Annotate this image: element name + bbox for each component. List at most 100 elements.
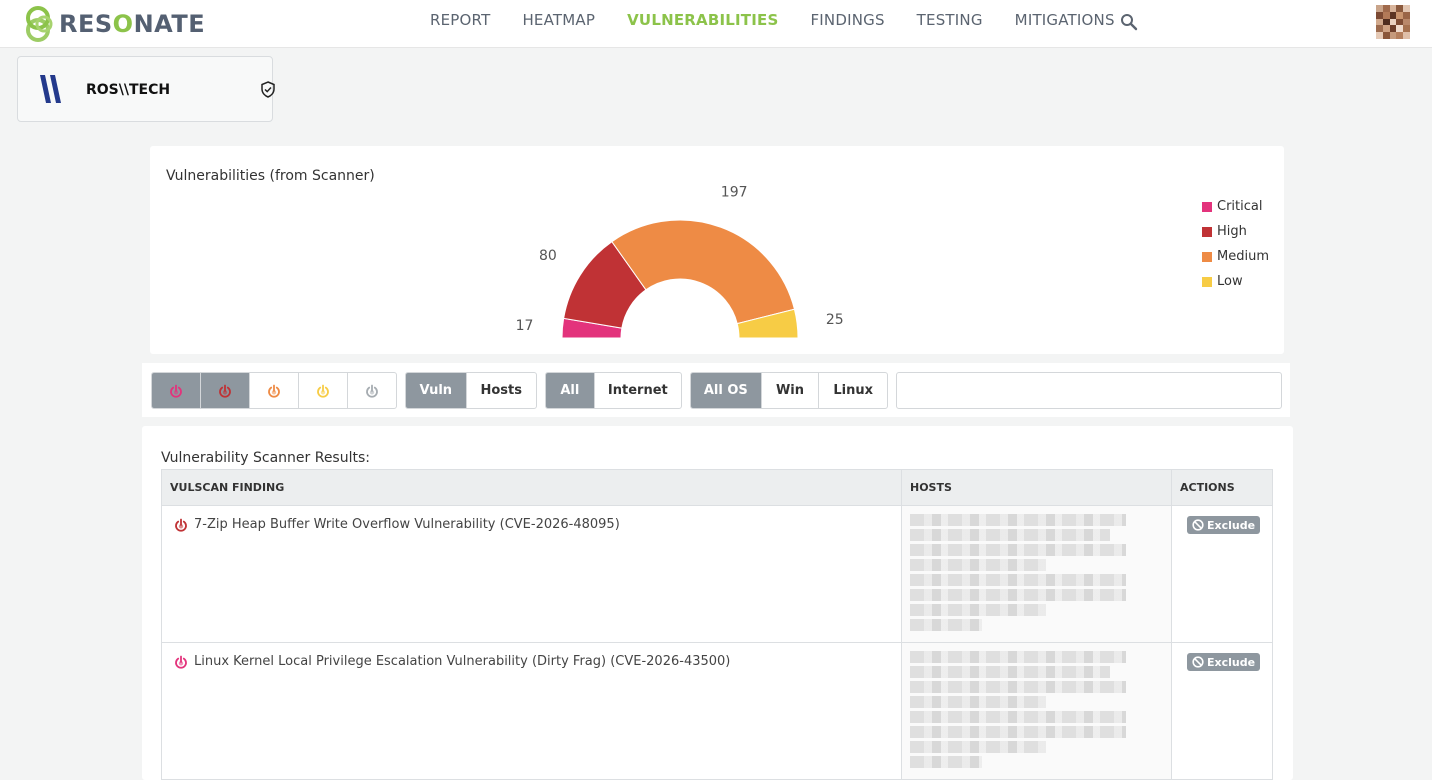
shield-check-icon	[261, 81, 275, 98]
legend-swatch	[1202, 201, 1212, 212]
exclude-label: Exclude	[1207, 518, 1256, 532]
vulnerabilities-chart-card: Vulnerabilities (from Scanner) 17 80 197 25…	[150, 146, 1284, 354]
legend-label: High	[1217, 224, 1247, 239]
nav-mitigations[interactable]: MITIGATIONS	[1015, 11, 1115, 29]
exclude-button[interactable]: Exclude	[1187, 653, 1261, 671]
table-row: 7-Zip Heap Buffer Write Overflow Vulnera…	[162, 506, 1272, 643]
redacted-host-line	[910, 589, 1126, 601]
redacted-host-line	[910, 756, 982, 768]
results-table: VULSCAN FINDING HOSTS ACTIONS 7-Zip Heap…	[161, 469, 1273, 780]
actions-cell: Exclude	[1172, 643, 1272, 779]
finding-cell: Linux Kernel Local Privilege Escalation …	[162, 643, 902, 779]
critical-power-icon	[170, 384, 182, 398]
resonate-logo[interactable]: RESONATE	[24, 5, 205, 43]
severity-power-icon	[175, 655, 187, 669]
legend-label: Low	[1217, 274, 1243, 289]
redacted-host-line	[910, 514, 1126, 526]
column-header-finding[interactable]: VULSCAN FINDING	[162, 470, 902, 505]
chart-value-label-critical: 17	[516, 318, 534, 334]
severity-filter-critical-button[interactable]	[152, 373, 201, 408]
redacted-host-line	[910, 529, 1110, 541]
low-power-icon	[317, 384, 329, 398]
severity-power-icon	[175, 518, 187, 532]
exclude-label: Exclude	[1207, 655, 1256, 669]
redacted-host-line	[910, 574, 1126, 586]
resonate-wordmark: RESONATE	[59, 10, 205, 38]
legend-swatch	[1202, 276, 1212, 287]
scanner-results-panel: Vulnerability Scanner Results: VULSCAN F…	[142, 426, 1293, 780]
legend-item-low[interactable]: Low	[1202, 269, 1269, 294]
legend-item-medium[interactable]: Medium	[1202, 244, 1269, 269]
column-header-actions: ACTIONS	[1180, 481, 1235, 494]
nav-findings[interactable]: FINDINGS	[810, 11, 884, 29]
table-row: Linux Kernel Local Privilege Escalation …	[162, 643, 1272, 780]
redacted-host-line	[910, 711, 1126, 723]
ban-icon	[1192, 656, 1204, 668]
finding-cell: 7-Zip Heap Buffer Write Overflow Vulnera…	[162, 506, 902, 642]
scope-all-button[interactable]: All	[546, 373, 595, 408]
legend-swatch	[1202, 251, 1212, 262]
view-hosts-button[interactable]: Hosts	[467, 373, 536, 408]
finding-title: Linux Kernel Local Privilege Escalation …	[194, 654, 731, 669]
redacted-host-line	[910, 619, 982, 631]
chart-value-label-medium: 197	[721, 185, 748, 201]
wordmark-res: RES	[59, 10, 113, 38]
view-vuln-button[interactable]: Vuln	[406, 373, 467, 408]
user-avatar[interactable]	[1376, 5, 1410, 39]
organization-card[interactable]: ROS\\TECH	[17, 56, 275, 122]
filter-bar: Vuln Hosts All Internet All OS Win Linux	[142, 363, 1290, 417]
nav-heatmap[interactable]: HEATMAP	[522, 11, 595, 29]
organization-name: ROS\\TECH	[86, 82, 171, 98]
severity-filter-group	[151, 372, 397, 409]
redacted-host-line	[910, 666, 1110, 678]
severity-filter-medium-button[interactable]	[250, 373, 299, 408]
results-title: Vulnerability Scanner Results:	[161, 450, 370, 466]
os-linux-button[interactable]: Linux	[819, 373, 887, 408]
nav-vulnerabilities[interactable]: VULNERABILITIES	[627, 11, 778, 29]
column-header-hosts[interactable]: HOSTS	[902, 470, 1172, 505]
high-power-icon	[219, 384, 231, 398]
top-navigation-bar: RESONATE REPORT HEATMAP VULNERABILITIES …	[0, 0, 1432, 48]
finding-link[interactable]: Linux Kernel Local Privilege Escalation …	[174, 654, 730, 669]
os-win-button[interactable]: Win	[762, 373, 820, 408]
table-header: VULSCAN FINDING HOSTS ACTIONS	[162, 470, 1272, 506]
redacted-host-line	[910, 559, 1046, 571]
redacted-host-line	[910, 741, 1046, 753]
scope-internet-button[interactable]: Internet	[595, 373, 681, 408]
wordmark-o: O	[112, 10, 134, 38]
search-icon[interactable]	[1120, 13, 1138, 31]
filter-search-input[interactable]	[896, 372, 1282, 409]
table-body: 7-Zip Heap Buffer Write Overflow Vulnera…	[162, 506, 1272, 780]
severity-filter-high-button[interactable]	[201, 373, 250, 408]
actions-cell: Exclude	[1172, 506, 1272, 642]
rostech-logo-icon	[40, 75, 61, 103]
os-toggle-group: All OS Win Linux	[690, 372, 888, 409]
view-toggle-group: Vuln Hosts	[405, 372, 537, 409]
nav-report[interactable]: REPORT	[430, 11, 490, 29]
legend-label: Medium	[1217, 249, 1269, 264]
finding-link[interactable]: 7-Zip Heap Buffer Write Overflow Vulnera…	[174, 517, 620, 532]
os-all-button[interactable]: All OS	[691, 373, 762, 408]
info-power-icon	[366, 384, 378, 398]
severity-half-donut-chart: 17 80 197 25	[516, 185, 844, 339]
resonate-logo-icon	[26, 6, 53, 42]
hosts-cell-redacted	[902, 506, 1172, 642]
scope-toggle-group: All Internet	[545, 372, 682, 409]
hosts-cell-redacted	[902, 643, 1172, 779]
ban-icon	[1192, 519, 1204, 531]
legend-item-critical[interactable]: Critical	[1202, 194, 1269, 219]
redacted-host-line	[910, 726, 1126, 738]
chart-value-label-high: 80	[539, 248, 557, 264]
chart-legend: Critical High Medium Low	[1202, 194, 1269, 294]
exclude-button[interactable]: Exclude	[1187, 516, 1261, 534]
severity-filter-low-button[interactable]	[299, 373, 348, 408]
legend-item-high[interactable]: High	[1202, 219, 1269, 244]
nav-testing[interactable]: TESTING	[917, 11, 983, 29]
severity-filter-info-button[interactable]	[348, 373, 396, 408]
chart-value-label-low: 25	[826, 312, 844, 328]
main-nav: REPORT HEATMAP VULNERABILITIES FINDINGS …	[430, 0, 1147, 40]
chart-slice-medium[interactable]	[611, 219, 796, 325]
legend-label: Critical	[1217, 199, 1263, 214]
wordmark-nate: NATE	[133, 10, 206, 38]
redacted-host-line	[910, 696, 1046, 708]
